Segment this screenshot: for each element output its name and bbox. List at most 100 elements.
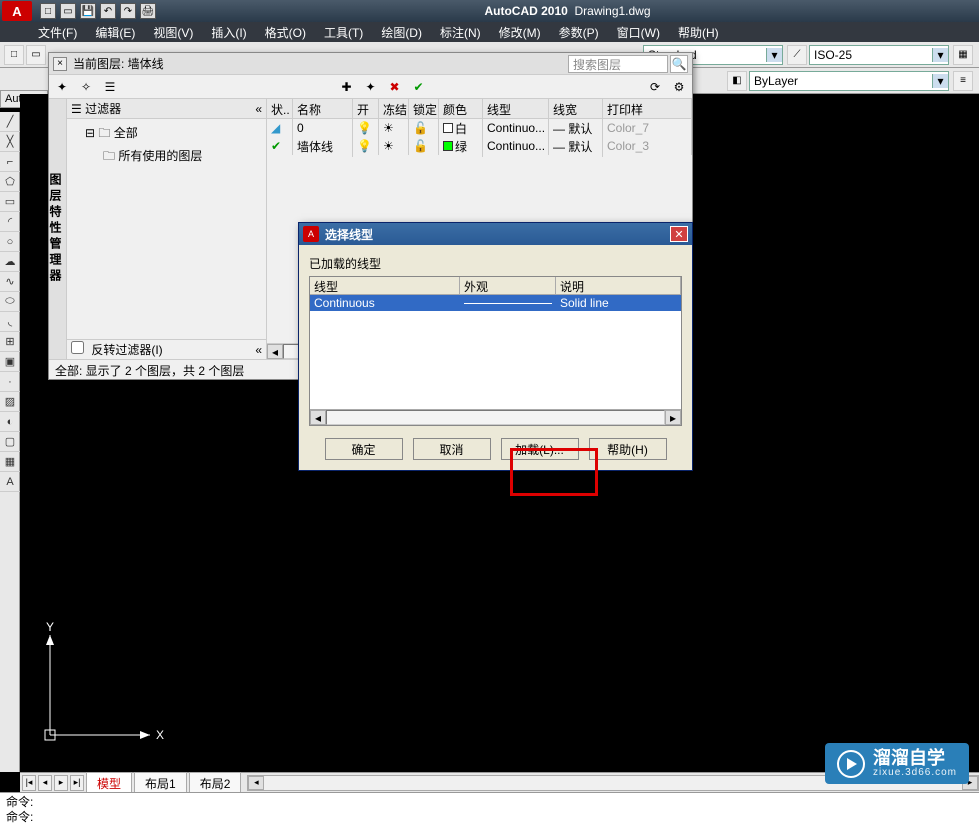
col-freeze[interactable]: 冻结 <box>379 99 409 118</box>
spline-tool-icon[interactable]: ∿ <box>0 272 20 292</box>
tree-root-all[interactable]: ⊟ 🗀 全部 <box>71 123 262 146</box>
new-group-icon[interactable]: ✦ <box>362 78 380 96</box>
settings-icon[interactable]: ⚙ <box>670 78 688 96</box>
qat-save-icon[interactable]: 💾 <box>80 3 96 19</box>
tree-used-layers[interactable]: 🗀 所有使用的图层 <box>71 146 262 169</box>
new-layer-vp-icon[interactable]: ✧ <box>77 78 95 96</box>
layer-grid-header: 状.. 名称 开 冻结 锁定 颜色 线型 线宽 打印样 <box>267 99 692 119</box>
tab-layout2[interactable]: 布局2 <box>189 772 242 794</box>
tool-open-icon[interactable]: ▭ <box>26 45 46 65</box>
tab-layout1[interactable]: 布局1 <box>134 772 187 794</box>
tab-first-icon[interactable]: |◂ <box>22 775 36 791</box>
layer-row-0[interactable]: ◢ 0 💡 ☀ 🔓 白 Continuo... — 默认 Color_7 <box>267 119 692 137</box>
menu-format[interactable]: 格式(O) <box>265 24 306 41</box>
linetype-icon[interactable]: ≡ <box>953 71 973 91</box>
col-lineweight[interactable]: 线宽 <box>549 99 603 118</box>
hscroll-left-icon[interactable]: ◂ <box>248 776 264 790</box>
col-description[interactable]: 说明 <box>556 277 681 294</box>
col-plotstyle[interactable]: 打印样 <box>603 99 692 118</box>
xline-tool-icon[interactable]: ╳ <box>0 132 20 152</box>
new-filter-icon[interactable]: ✚ <box>338 78 356 96</box>
tool-new-icon[interactable]: □ <box>4 45 24 65</box>
linetype-row-continuous[interactable]: Continuous Solid line <box>310 295 681 311</box>
layer-row-wall[interactable]: ✔ 墙体线 💡 ☀ 🔓 绿 Continuo... — 默认 Color_3 <box>267 137 692 155</box>
dlg-scroll-right-icon[interactable]: ▸ <box>665 410 681 425</box>
polygon-tool-icon[interactable]: ⬠ <box>0 172 20 192</box>
qat-print-icon[interactable]: 🖨 <box>140 3 156 19</box>
linetype-list[interactable]: 线型 外观 说明 Continuous Solid line ◂ ▸ <box>309 276 682 426</box>
invert-filter-checkbox[interactable]: 反转过滤器(I) <box>71 341 163 358</box>
panel-close-icon[interactable]: × <box>53 57 67 71</box>
delete-layer-icon[interactable]: ✖ <box>386 78 404 96</box>
col-on[interactable]: 开 <box>353 99 379 118</box>
menu-modify[interactable]: 修改(M) <box>499 24 541 41</box>
tab-model[interactable]: 模型 <box>86 772 132 794</box>
qat-undo-icon[interactable]: ↶ <box>100 3 116 19</box>
collapse-filter-icon[interactable]: « <box>255 102 262 116</box>
ellipsearc-tool-icon[interactable]: ◟ <box>0 312 20 332</box>
refresh-icon[interactable]: ⟳ <box>646 78 664 96</box>
filter-tree[interactable]: ⊟ 🗀 全部 🗀 所有使用的图层 <box>67 119 266 339</box>
menu-draw[interactable]: 绘图(D) <box>381 24 422 41</box>
tab-last-icon[interactable]: ▸| <box>70 775 84 791</box>
layer-states-icon[interactable]: ☰ <box>101 78 119 96</box>
dialog-titlebar[interactable]: A 选择线型 ✕ <box>299 223 692 245</box>
dim-style-select[interactable]: ISO-25▾ <box>809 45 949 65</box>
cancel-button[interactable]: 取消 <box>413 438 491 460</box>
dlg-scroll-left-icon[interactable]: ◂ <box>310 410 326 425</box>
insert-tool-icon[interactable]: ⊞ <box>0 332 20 352</box>
menu-tools[interactable]: 工具(T) <box>324 24 363 41</box>
mtext-tool-icon[interactable]: A <box>0 472 20 492</box>
menu-param[interactable]: 参数(P) <box>559 24 599 41</box>
menu-dim[interactable]: 标注(N) <box>440 24 481 41</box>
command-line[interactable]: 命令: 命令: <box>0 792 979 828</box>
col-linetype[interactable]: 线型 <box>483 99 549 118</box>
help-button[interactable]: 帮助(H) <box>589 438 667 460</box>
search-icon[interactable]: 🔍 <box>670 55 688 73</box>
tab-next-icon[interactable]: ▸ <box>54 775 68 791</box>
menu-window[interactable]: 窗口(W) <box>617 24 660 41</box>
table-tool-icon[interactable]: ▦ <box>0 452 20 472</box>
ok-button[interactable]: 确定 <box>325 438 403 460</box>
layer-panel-header[interactable]: × 当前图层: 墙体线 搜索图层 🔍 <box>49 53 692 75</box>
color-icon[interactable]: ◧ <box>727 71 747 91</box>
set-current-icon[interactable]: ✔ <box>410 78 428 96</box>
dialog-close-icon[interactable]: ✕ <box>670 226 688 242</box>
point-tool-icon[interactable]: · <box>0 372 20 392</box>
collapse-invert-icon[interactable]: « <box>255 343 262 357</box>
col-linetype[interactable]: 线型 <box>310 277 460 294</box>
scroll-left-icon[interactable]: ◂ <box>267 344 283 359</box>
hatch-tool-icon[interactable]: ▨ <box>0 392 20 412</box>
line-tool-icon[interactable]: ╱ <box>0 112 20 132</box>
block-tool-icon[interactable]: ▣ <box>0 352 20 372</box>
menu-view[interactable]: 视图(V) <box>153 24 193 41</box>
revcloud-tool-icon[interactable]: ☁ <box>0 252 20 272</box>
circle-tool-icon[interactable]: ○ <box>0 232 20 252</box>
load-button[interactable]: 加载(L)... <box>501 438 579 460</box>
rect-tool-icon[interactable]: ▭ <box>0 192 20 212</box>
menu-insert[interactable]: 插入(I) <box>211 24 246 41</box>
col-color[interactable]: 颜色 <box>439 99 483 118</box>
menu-help[interactable]: 帮助(H) <box>678 24 719 41</box>
arc-tool-icon[interactable]: ◜ <box>0 212 20 232</box>
qat-open-icon[interactable]: ▭ <box>60 3 76 19</box>
col-status[interactable]: 状.. <box>267 99 293 118</box>
qat-new-icon[interactable]: □ <box>40 3 56 19</box>
layer-search-input[interactable]: 搜索图层 <box>568 55 668 73</box>
menu-file[interactable]: 文件(F) <box>38 24 77 41</box>
layer-color-select[interactable]: ByLayer▾ <box>749 71 949 91</box>
col-name[interactable]: 名称 <box>293 99 353 118</box>
new-layer-icon[interactable]: ✦ <box>53 78 71 96</box>
menu-edit[interactable]: 编辑(E) <box>95 24 135 41</box>
pline-tool-icon[interactable]: ⌐ <box>0 152 20 172</box>
col-appearance[interactable]: 外观 <box>460 277 556 294</box>
linetype-hscroll[interactable]: ◂ ▸ <box>310 409 681 425</box>
dimstyle-icon[interactable]: ⟋ <box>787 45 807 65</box>
region-tool-icon[interactable]: ▢ <box>0 432 20 452</box>
tab-prev-icon[interactable]: ◂ <box>38 775 52 791</box>
ellipse-tool-icon[interactable]: ⬭ <box>0 292 20 312</box>
qat-redo-icon[interactable]: ↷ <box>120 3 136 19</box>
gradient-tool-icon[interactable]: ◐ <box>0 412 20 432</box>
table-style-icon[interactable]: ▦ <box>953 45 973 65</box>
col-lock[interactable]: 锁定 <box>409 99 439 118</box>
